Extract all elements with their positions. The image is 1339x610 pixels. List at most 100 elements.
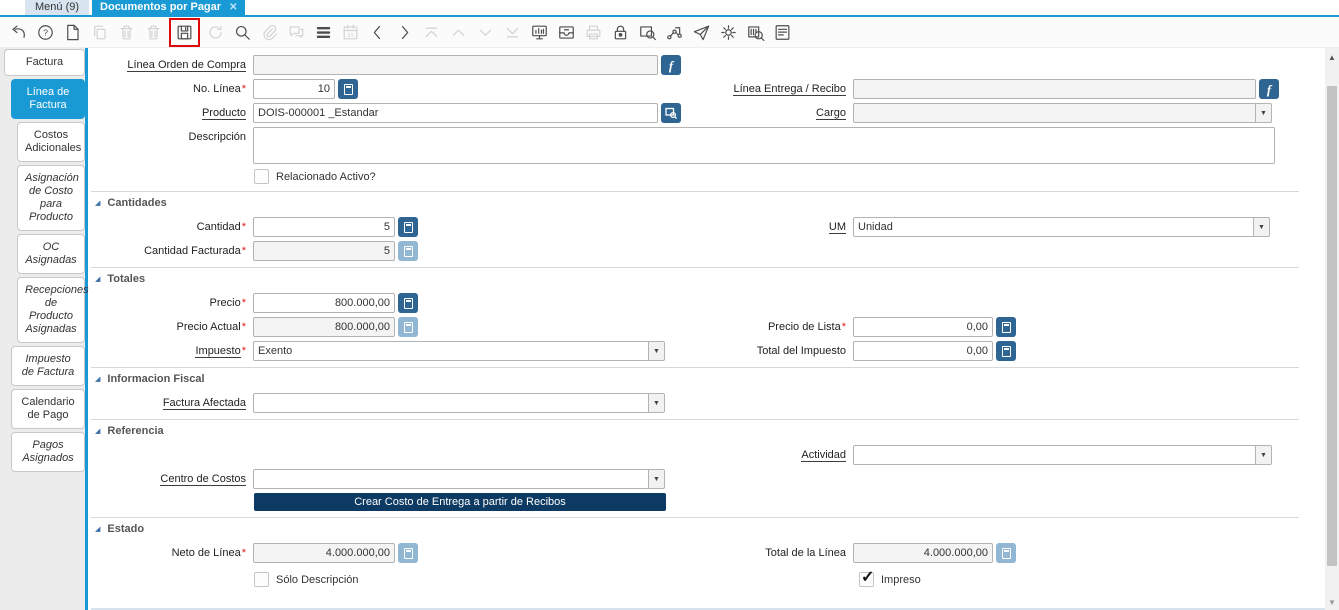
save-icon[interactable] <box>171 20 198 45</box>
relacionado-activo-checkbox[interactable] <box>254 169 269 184</box>
linea-orden-compra-zoom-button[interactable]: f <box>661 55 681 75</box>
producto-search-button[interactable] <box>661 103 681 123</box>
calculator-icon <box>1001 547 1011 559</box>
tab-documentos-por-pagar[interactable]: Documentos por Pagar ✕ <box>92 0 246 15</box>
cargo-label: Cargo <box>816 107 846 120</box>
calculator-icon <box>1001 321 1011 333</box>
centro-costos-combobox[interactable]: ▼ <box>253 469 665 489</box>
check-icon: ✓ <box>861 569 875 586</box>
total-linea-calculator-button <box>996 543 1016 563</box>
scrollbar-thumb[interactable] <box>1327 86 1337 566</box>
grid-toggle-icon[interactable] <box>310 20 337 45</box>
impuesto-combobox[interactable]: Exento ▼ <box>253 341 665 361</box>
relacionado-activo-label: Relacionado Activo? <box>276 170 376 183</box>
help-icon[interactable]: ? <box>32 20 59 45</box>
vertical-scrollbar[interactable]: ▲ ▼ <box>1325 48 1339 610</box>
collapse-icon[interactable]: ◢ <box>95 200 100 207</box>
chevron-down-icon[interactable]: ▼ <box>648 394 664 412</box>
chevron-down-icon[interactable]: ▼ <box>648 470 664 488</box>
precio-actual-input <box>253 317 395 337</box>
precio-lista-calculator-button[interactable] <box>996 317 1016 337</box>
lock-icon[interactable] <box>607 20 634 45</box>
chevron-down-icon[interactable]: ▼ <box>1253 218 1269 236</box>
actividad-combobox[interactable]: ▼ <box>853 445 1272 465</box>
find-icon[interactable] <box>229 20 256 45</box>
sidebar-tab-impuesto-de-factura[interactable]: Impuesto de Factura <box>11 346 85 386</box>
archive-icon[interactable] <box>553 20 580 45</box>
tab-menu[interactable]: Menú (9) <box>25 0 90 15</box>
cantidad-facturada-calculator-button <box>398 241 418 261</box>
descripcion-textarea[interactable] <box>253 127 1275 164</box>
scroll-up-icon[interactable]: ▲ <box>1325 50 1339 64</box>
precio-input[interactable] <box>253 293 395 313</box>
total-impuesto-input[interactable] <box>853 341 993 361</box>
sidebar-tab-factura[interactable]: Factura <box>4 49 85 76</box>
crear-costo-entrega-button[interactable]: Crear Costo de Entrega a partir de Recib… <box>254 493 666 511</box>
linea-entrega-zoom-button[interactable]: f <box>1259 79 1279 99</box>
send-icon[interactable] <box>688 20 715 45</box>
cantidad-facturada-input <box>253 241 395 261</box>
neto-linea-input <box>253 543 395 563</box>
linea-entrega-input <box>853 79 1256 99</box>
producto-input[interactable] <box>253 103 658 123</box>
impuesto-label: Impuesto* <box>195 345 246 358</box>
search-icon <box>665 107 677 119</box>
factura-afectada-value <box>254 394 648 412</box>
report-icon[interactable] <box>526 20 553 45</box>
toolbar: ? 31 <box>0 17 1339 48</box>
solo-descripcion-checkbox[interactable] <box>254 572 269 587</box>
no-linea-calculator-button[interactable] <box>338 79 358 99</box>
neto-linea-calculator-button <box>398 543 418 563</box>
collapse-icon[interactable]: ◢ <box>95 428 100 435</box>
chevron-down-icon[interactable]: ▼ <box>1255 446 1271 464</box>
um-combobox[interactable]: Unidad ▼ <box>853 217 1270 237</box>
close-tab-icon[interactable]: ✕ <box>229 0 237 15</box>
collapse-icon[interactable]: ◢ <box>95 526 100 533</box>
um-label: UM <box>828 221 846 234</box>
chevron-down-icon[interactable]: ▼ <box>648 342 664 360</box>
product-info-icon[interactable] <box>742 20 769 45</box>
process-icon[interactable] <box>715 20 742 45</box>
undo-icon[interactable] <box>5 20 32 45</box>
linea-orden-compra-input <box>253 55 658 75</box>
new-record-icon[interactable] <box>59 20 86 45</box>
cantidad-input[interactable] <box>253 217 395 237</box>
precio-actual-calculator-button <box>398 317 418 337</box>
sidebar-tab-pagos-asignados[interactable]: Pagos Asignados <box>11 432 85 472</box>
detail-record-icon[interactable] <box>391 20 418 45</box>
impreso-checkbox[interactable]: ✓ <box>859 569 874 587</box>
factura-afectada-combobox[interactable]: ▼ <box>253 393 665 413</box>
first-record-icon <box>418 20 445 45</box>
scroll-down-icon[interactable]: ▼ <box>1325 595 1339 609</box>
total-impuesto-calculator-button[interactable] <box>996 341 1016 361</box>
sidebar-tab-costos-adicionales[interactable]: Costos Adicionales <box>17 122 85 162</box>
sidebar-tab-recepciones-de-producto-asignadas[interactable]: Recepciones de Producto Asignadas <box>17 277 89 343</box>
no-linea-label: No. Línea* <box>193 83 246 95</box>
precio-lista-input[interactable] <box>853 317 993 337</box>
sidebar-tab-asignación-de-costo-para-producto[interactable]: Asignación de Costo para Producto <box>17 165 85 231</box>
section-referencia: ◢ Referencia <box>91 419 1299 439</box>
actividad-value <box>854 446 1255 464</box>
impuesto-value: Exento <box>258 345 293 357</box>
parent-record-icon[interactable] <box>364 20 391 45</box>
report-design-icon[interactable] <box>769 20 796 45</box>
sidebar-tab-línea-de-factura[interactable]: Línea de Factura <box>11 79 85 119</box>
linea-orden-compra-label: Línea Orden de Compra <box>127 59 246 72</box>
section-cantidades-title: Cantidades <box>107 197 167 209</box>
solo-descripcion-label: Sólo Descripción <box>276 573 359 586</box>
cantidad-calculator-button[interactable] <box>398 217 418 237</box>
sidebar-tab-oc-asignadas[interactable]: OC Asignadas <box>17 234 85 274</box>
workflow-icon[interactable] <box>661 20 688 45</box>
collapse-icon[interactable]: ◢ <box>95 376 100 383</box>
window-tab-bar: Menú (9) Documentos por Pagar ✕ <box>0 0 1339 17</box>
calculator-icon <box>1001 345 1011 357</box>
sidebar-tab-calendario-de-pago[interactable]: Calendario de Pago <box>11 389 85 429</box>
solo-descripcion-row: Sólo Descripción <box>254 571 359 588</box>
collapse-icon[interactable]: ◢ <box>95 276 100 283</box>
chevron-down-icon[interactable]: ▼ <box>1255 104 1271 122</box>
no-linea-input[interactable] <box>253 79 335 99</box>
zoom-across-icon[interactable] <box>634 20 661 45</box>
section-estado: ◢ Estado <box>91 517 1299 537</box>
precio-calculator-button[interactable] <box>398 293 418 313</box>
cantidad-label: Cantidad* <box>196 221 246 233</box>
